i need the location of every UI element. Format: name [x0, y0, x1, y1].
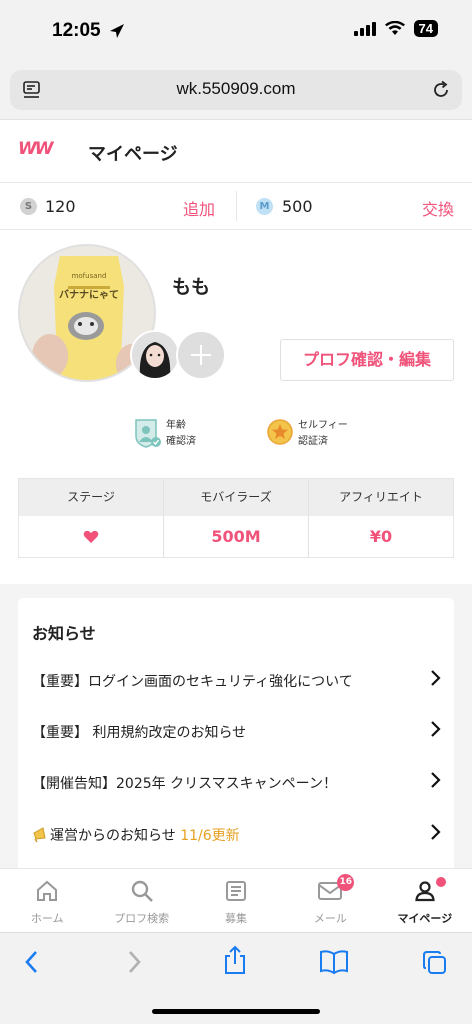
search-icon: [131, 880, 153, 902]
site-logo[interactable]: WW: [18, 139, 53, 159]
reload-icon[interactable]: [430, 79, 452, 101]
bottom-tab-bar: ホーム プロフ検索 募集 16 メール マイページ: [0, 868, 472, 932]
chevron-right-icon: [431, 721, 441, 737]
add-points-link[interactable]: 追加: [183, 196, 215, 220]
mypage-notification-dot: [435, 877, 446, 887]
stats-table: ステージ モバイラーズ アフィリエイト 500M ¥0: [18, 478, 454, 558]
selfie-badge-line2: 認証済: [298, 436, 328, 447]
news-title: お知らせ: [32, 624, 96, 643]
profile-edit-button[interactable]: プロフ確認・編集: [280, 339, 454, 381]
news-item[interactable]: 【重要】ログイン画面のセキュリティ強化について: [32, 666, 442, 696]
share-icon[interactable]: [222, 945, 248, 975]
news-item[interactable]: 【開催告知】2025年 クリスマスキャンペーン！: [32, 768, 442, 798]
s-point-icon: S: [20, 198, 37, 215]
nickname: もも: [172, 276, 211, 298]
stats-header-stage: ステージ: [19, 479, 164, 516]
url-text[interactable]: wk.550909.com: [10, 79, 462, 99]
tab-home[interactable]: ホーム: [0, 869, 94, 932]
tab-profile-search[interactable]: プロフ検索: [94, 869, 188, 932]
avatar-photo-brand: mofusand: [72, 272, 107, 280]
news-update-date: 11/6更新: [180, 828, 240, 844]
list-icon: [226, 881, 247, 901]
news-item-text: 【開催告知】2025年 クリスマスキャンペーン！: [32, 776, 337, 792]
stats-stage-cell[interactable]: [19, 516, 164, 558]
stats-affiliate-value[interactable]: ¥0: [309, 516, 453, 558]
status-bar: 12:05 74: [0, 0, 472, 62]
stats-value-row: 500M ¥0: [19, 516, 453, 558]
home-indicator: [152, 1009, 320, 1014]
selfie-verified-icon: [267, 419, 293, 445]
tab-recruit-label: 募集: [225, 912, 248, 925]
stats-header-affiliate: アフィリエイト: [339, 490, 423, 504]
chevron-right-icon: [431, 772, 441, 788]
age-badge-line1: 年齢: [166, 420, 186, 431]
selfie-badge-line1: セルフィー: [298, 420, 348, 431]
tab-recruit[interactable]: 募集: [189, 869, 283, 932]
wifi-icon: [384, 21, 405, 35]
news-item-text: 【重要】ログイン画面のセキュリティ強化について: [32, 674, 353, 690]
sub-photo-image: [132, 332, 178, 378]
stats-header-mobilers: モバイラーズ: [164, 479, 309, 516]
tab-mypage[interactable]: マイページ: [378, 869, 472, 932]
tab-home-label: ホーム: [30, 912, 64, 925]
news-card: お知らせ 【重要】ログイン画面のセキュリティ強化について 【重要】 利用規約改定…: [18, 598, 454, 870]
points-divider: [236, 191, 237, 221]
home-icon: [37, 880, 58, 901]
news-item[interactable]: 運営からのお知らせ 11/6更新: [32, 820, 442, 850]
address-bar[interactable]: wk.550909.com: [10, 70, 462, 110]
avatar-sub-photo[interactable]: [130, 330, 180, 380]
m-point-value: 500: [282, 197, 313, 216]
tabs-icon[interactable]: [421, 949, 449, 977]
stats-mobilers-value[interactable]: 500M: [164, 516, 309, 558]
news-item-text: 【重要】 利用規約改定のお知らせ: [32, 725, 247, 741]
age-badge-line2: 確認済: [166, 436, 196, 447]
tab-mail-label: メール: [313, 912, 347, 925]
tab-profile-search-label: プロフ検索: [114, 912, 170, 925]
person-icon: [415, 881, 435, 902]
stats-header-row: ステージ モバイラーズ アフィリエイト: [19, 479, 453, 516]
status-time: 12:05: [52, 20, 101, 41]
tab-mail[interactable]: 16 メール: [283, 869, 377, 932]
selfie-verified-badge: セルフィー 認証済: [266, 418, 348, 450]
page-title: マイページ: [88, 144, 178, 165]
signal-icon: [353, 21, 376, 36]
bookmarks-icon[interactable]: [319, 949, 349, 975]
points-row: S 120 追加 M 500 交換: [0, 183, 472, 230]
back-icon[interactable]: [22, 949, 42, 975]
browser-toolbar: [0, 932, 472, 1024]
status-icons: 74: [353, 20, 438, 37]
news-item[interactable]: 【重要】 利用規約改定のお知らせ: [32, 717, 442, 747]
page-header: WW マイページ: [0, 121, 472, 183]
heart-icon: [83, 530, 99, 543]
tab-mypage-label: マイページ: [397, 912, 453, 925]
forward-icon[interactable]: [124, 949, 144, 975]
browser-address-area: wk.550909.com: [0, 62, 472, 120]
location-arrow-icon: [110, 24, 124, 38]
megaphone-icon: [33, 827, 46, 843]
mail-unread-badge: 16: [337, 874, 355, 891]
avatar-photo-text: バナナにゃて: [59, 289, 119, 301]
exchange-points-link[interactable]: 交換: [422, 196, 454, 220]
add-photo-button[interactable]: [176, 330, 226, 380]
chevron-right-icon: [431, 824, 441, 840]
chevron-right-icon: [431, 670, 441, 686]
m-point-icon: M: [256, 198, 273, 215]
age-verified-icon: [135, 419, 161, 448]
news-item-text: 運営からのお知らせ 11/6更新: [32, 825, 240, 845]
news-item-label: 運営からのお知らせ: [50, 828, 176, 844]
battery-indicator: 74: [413, 20, 438, 37]
age-verified-badge: 年齢 確認済: [134, 418, 196, 450]
s-point-value: 120: [45, 197, 76, 216]
